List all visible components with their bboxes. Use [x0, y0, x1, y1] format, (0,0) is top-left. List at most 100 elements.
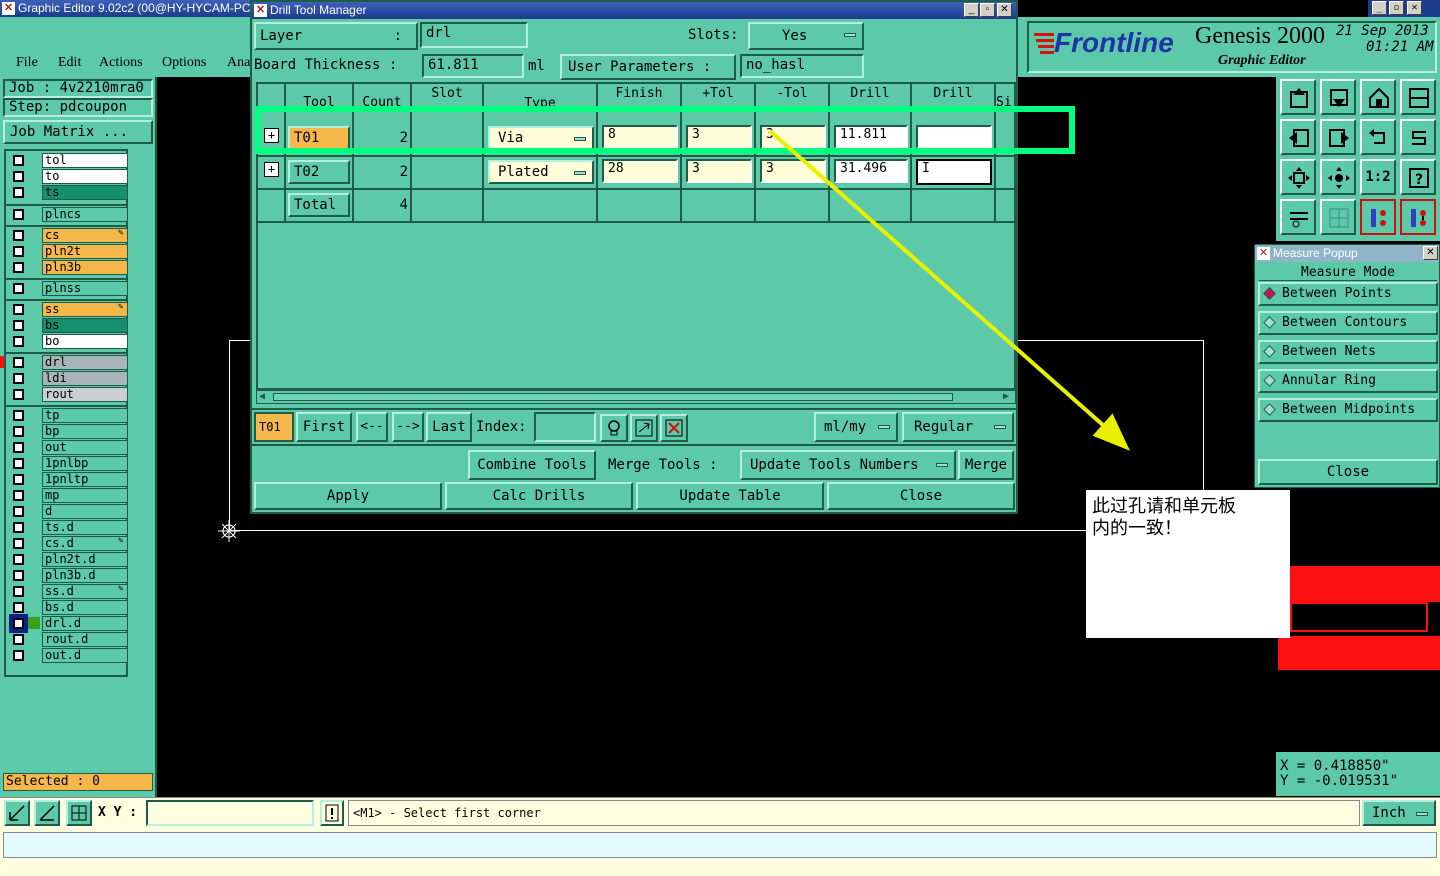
xy-input[interactable]: [146, 800, 314, 826]
layer-row-mp[interactable]: mp: [6, 488, 128, 503]
layer-checkbox[interactable]: [13, 650, 24, 661]
layer-checkbox[interactable]: [13, 410, 24, 421]
pan-left-icon[interactable]: [1280, 119, 1316, 155]
layer-checkbox[interactable]: [13, 506, 24, 517]
layer-row-cs[interactable]: cs ✎: [6, 228, 128, 243]
layer-row-ss[interactable]: ss ✎: [6, 302, 128, 317]
center-icon[interactable]: [1320, 159, 1356, 195]
layer-checkbox[interactable]: [13, 474, 24, 485]
undo-icon[interactable]: [1360, 119, 1396, 155]
layer-row-pln2t[interactable]: pln2t: [6, 244, 128, 259]
bulb-icon[interactable]: [600, 414, 628, 442]
index-field[interactable]: [534, 412, 596, 442]
main-minimize-button[interactable]: _: [1372, 1, 1387, 15]
finish-input[interactable]: 28: [602, 159, 678, 183]
pan-right-icon[interactable]: [1320, 119, 1356, 155]
layer-checkbox[interactable]: [13, 389, 24, 400]
layer-checkbox[interactable]: [13, 602, 24, 613]
layer-row-1pnlbp[interactable]: 1pnlbp: [6, 456, 128, 471]
layer-checkbox[interactable]: [13, 442, 24, 453]
layer-checkbox[interactable]: [13, 426, 24, 437]
layer-row-drl[interactable]: drl: [0, 355, 128, 370]
layer-checkbox[interactable]: [13, 538, 24, 549]
calc-drills-button[interactable]: Calc Drills: [445, 482, 633, 510]
job-matrix-button[interactable]: Job Matrix ...: [3, 120, 153, 144]
layer-checkbox[interactable]: [13, 373, 24, 384]
layer-checkbox[interactable]: [13, 171, 24, 182]
snap-pad-icon[interactable]: [1360, 199, 1396, 235]
layer-checkbox[interactable]: [13, 490, 24, 501]
menu-actions[interactable]: Actions: [99, 55, 143, 71]
layer-checkbox[interactable]: [13, 304, 24, 315]
layer-row-1pnltp[interactable]: 1pnltp: [6, 472, 128, 487]
tool-cell[interactable]: T02: [288, 160, 350, 184]
layer-row-cs.d[interactable]: cs.d ✎: [6, 536, 128, 551]
delete-icon[interactable]: [660, 414, 688, 442]
menu-analysis[interactable]: Ana: [227, 55, 250, 71]
warning-icon[interactable]: [320, 800, 344, 826]
snap-icon[interactable]: [4, 800, 30, 826]
drill-close-x-button[interactable]: ✕: [997, 3, 1012, 17]
menu-file[interactable]: File: [16, 55, 38, 71]
layer-field[interactable]: drl: [420, 22, 528, 48]
menu-options[interactable]: Options: [162, 55, 206, 71]
mode-between-points[interactable]: Between Points: [1258, 282, 1438, 306]
next-button[interactable]: -->: [392, 412, 424, 442]
layer-row-out.d[interactable]: out.d: [6, 648, 128, 663]
layer-checkbox[interactable]: [13, 586, 24, 597]
grid-icon[interactable]: [1320, 199, 1356, 235]
combine-tools-button[interactable]: Combine Tools: [468, 450, 596, 480]
layer-row-tol[interactable]: tol: [6, 153, 128, 168]
type-dropdown[interactable]: Plated: [488, 160, 594, 184]
layer-row-ts[interactable]: ts: [6, 185, 128, 200]
slots-dropdown[interactable]: Yes: [748, 22, 864, 50]
main-restore-button[interactable]: ▫: [1389, 1, 1404, 15]
board-thickness-field[interactable]: 61.811: [422, 54, 524, 78]
mode-between-contours[interactable]: Between Contours: [1258, 311, 1438, 335]
mode-between-nets[interactable]: Between Nets: [1258, 340, 1438, 364]
update-table-button[interactable]: Update Table: [636, 482, 824, 510]
layer-row-rout[interactable]: rout: [6, 387, 128, 402]
layer-checkbox[interactable]: [13, 357, 24, 368]
split-window-icon[interactable]: [1400, 79, 1436, 115]
layer-checkbox[interactable]: [13, 246, 24, 257]
layer-row-pln3b[interactable]: pln3b: [6, 260, 128, 275]
menu-edit[interactable]: Edit: [58, 55, 81, 71]
prev-button[interactable]: <--: [356, 412, 388, 442]
user-parameters-field[interactable]: no_hasl: [740, 54, 864, 78]
layer-row-out[interactable]: out: [6, 440, 128, 455]
layer-checkbox[interactable]: [13, 554, 24, 565]
measure-close-button[interactable]: Close: [1258, 459, 1438, 485]
layer-row-plnss[interactable]: plnss: [6, 281, 128, 296]
last-button[interactable]: Last: [426, 412, 472, 442]
layer-row-bp[interactable]: bp: [6, 424, 128, 439]
layer-row-plncs[interactable]: plncs: [6, 207, 128, 222]
layer-checkbox[interactable]: [13, 336, 24, 347]
plus-tol-input[interactable]: 3: [686, 159, 752, 183]
units-inch-dropdown[interactable]: Inch: [1362, 800, 1436, 826]
layer-row-pln3b.d[interactable]: pln3b.d: [6, 568, 128, 583]
layer-row-bo[interactable]: bo: [6, 334, 128, 349]
snap-net-icon[interactable]: [1400, 199, 1436, 235]
layer-checkbox[interactable]: [13, 570, 24, 581]
close-button[interactable]: Close: [827, 482, 1015, 510]
drill-maximize-button[interactable]: ▫: [980, 3, 995, 17]
layer-row-to[interactable]: to: [6, 169, 128, 184]
refresh-icon[interactable]: [630, 414, 658, 442]
layer-row-drl.d[interactable]: drl.d: [6, 614, 128, 633]
scroll-left-icon[interactable]: ◀: [259, 392, 265, 402]
layer-checkbox[interactable]: [13, 262, 24, 273]
mode-between-midpoints[interactable]: Between Midpoints: [1258, 398, 1438, 422]
mode-annular-ring[interactable]: Annular Ring: [1258, 369, 1438, 393]
layer-checkbox[interactable]: [13, 458, 24, 469]
layer-checkbox[interactable]: [13, 320, 24, 331]
layer-checkbox[interactable]: [13, 187, 24, 198]
redo-icon[interactable]: [1400, 119, 1436, 155]
grid-snap-icon[interactable]: [66, 800, 92, 826]
layer-row-pln2t.d[interactable]: pln2t.d: [6, 552, 128, 567]
measure-ruler-icon[interactable]: [1280, 199, 1316, 235]
layer-row-ldi[interactable]: ldi: [6, 371, 128, 386]
angle-icon[interactable]: [34, 800, 60, 826]
layer-row-ts.d[interactable]: ts.d: [6, 520, 128, 535]
layer-checkbox[interactable]: [13, 634, 24, 645]
